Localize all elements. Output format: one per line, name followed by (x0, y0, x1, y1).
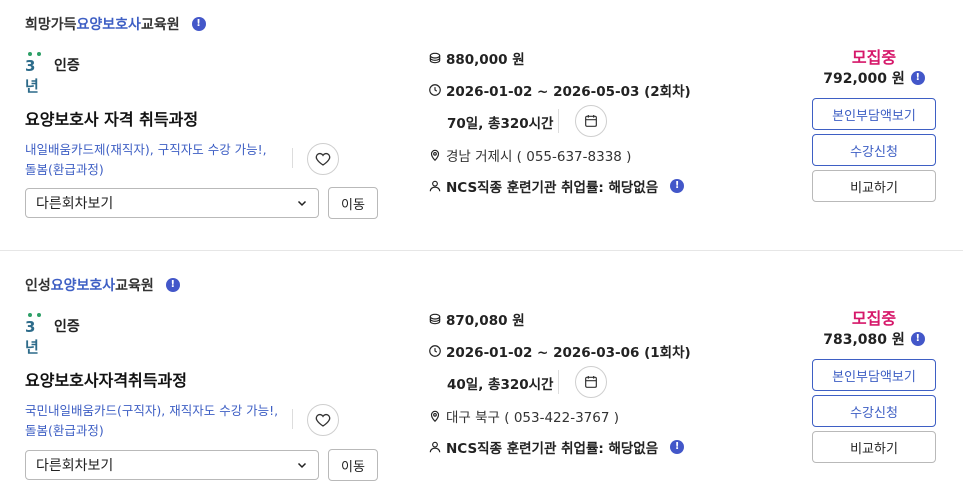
tag: 내일배움카드제(재직자), (25, 142, 154, 157)
tag: 돌봄(환급과정) (25, 162, 104, 177)
divider (292, 409, 293, 429)
certification-badge: 3년 인증 (25, 52, 80, 95)
status-badge: 모집중 (851, 309, 897, 328)
tag: 돌봄(환급과정) (25, 423, 104, 438)
clock-icon (429, 345, 441, 357)
course-tags: 국민내일배움카드(구직자), 재직자도 수강 가능!, 돌봄(환급과정) (25, 401, 285, 441)
duration: 40일, 총320시간 (447, 377, 554, 393)
employment-rate: NCS직종 훈련기관 취업률: 해당없음 ! (428, 176, 685, 196)
compare-button[interactable]: 비교하기 (812, 170, 936, 202)
self-fee-button[interactable]: 본인부담액보기 (812, 98, 936, 130)
divider (292, 148, 293, 168)
duration: 70일, 총320시간 (447, 116, 554, 132)
favorite-button[interactable] (307, 404, 339, 436)
course-dates: 2026-01-02 ~ 2026-05-03 (2회차) (428, 80, 691, 100)
person-icon (429, 180, 441, 192)
institution-name[interactable]: 희망가득 요양보호사 교육원 ! (25, 14, 206, 34)
coin-icon (429, 52, 441, 64)
info-icon[interactable]: ! (910, 332, 925, 346)
course-card: 인성 요양보호사 교육원 ! 3년 인증 요양보호사자격취득과정 국민내일배움카드(… (0, 261, 963, 493)
location: 경남 거제시 ( 055-637-8338 ) (428, 145, 631, 165)
move-button[interactable]: 이동 (328, 187, 378, 219)
course-tags: 내일배움카드제(재직자), 구직자도 수강 가능!, 돌봄(환급과정) (25, 140, 285, 180)
location: 대구 북구 ( 053-422-3767 ) (428, 406, 619, 426)
tag: 구직자도 수강 가능!, (157, 142, 267, 157)
price: 870,080 원 (428, 309, 525, 329)
coin-icon (429, 313, 441, 325)
heart-icon (315, 152, 331, 166)
self-fee: 783,080 원 ! (812, 329, 936, 349)
price: 880,000 원 (428, 48, 525, 68)
course-title[interactable]: 요양보호사자격취득과정 (25, 367, 187, 391)
chevron-down-icon (297, 200, 307, 207)
clock-icon (429, 84, 441, 96)
course-dates: 2026-01-02 ~ 2026-03-06 (1회차) (428, 341, 691, 361)
compare-button[interactable]: 비교하기 (812, 431, 936, 463)
apply-button[interactable]: 수강신청 (812, 395, 936, 427)
certification-logo-icon: 3년 (25, 313, 47, 356)
self-fee-button[interactable]: 본인부담액보기 (812, 359, 936, 391)
status-badge: 모집중 (851, 48, 897, 67)
favorite-button[interactable] (307, 143, 339, 175)
calendar-icon (585, 376, 597, 388)
session-select[interactable]: 다른회차보기 (25, 188, 319, 218)
self-fee: 792,000 원 ! (812, 68, 936, 88)
info-icon[interactable]: ! (191, 17, 206, 31)
move-button[interactable]: 이동 (328, 449, 378, 481)
person-icon (429, 441, 441, 453)
tag: 국민내일배움카드(구직자), (25, 403, 166, 418)
info-icon[interactable]: ! (670, 179, 685, 193)
divider (0, 250, 963, 251)
divider (558, 370, 559, 394)
info-icon[interactable]: ! (670, 440, 685, 454)
institution-name[interactable]: 인성 요양보호사 교육원 ! (25, 275, 180, 295)
info-icon[interactable]: ! (165, 278, 180, 292)
course-title[interactable]: 요양보호사 자격 취득과정 (25, 106, 198, 130)
certification-label: 인증 (54, 58, 80, 74)
calendar-icon (585, 115, 597, 127)
location-pin-icon (430, 410, 440, 423)
apply-button[interactable]: 수강신청 (812, 134, 936, 166)
chevron-down-icon (297, 462, 307, 469)
certification-logo-icon: 3년 (25, 52, 47, 95)
certification-badge: 3년 인증 (25, 313, 80, 356)
divider (558, 109, 559, 133)
info-icon[interactable]: ! (910, 71, 925, 85)
location-pin-icon (430, 149, 440, 162)
course-card: 희망가득 요양보호사 교육원 ! 3년 인증 요양보호사 자격 취득과정 내일배움카… (0, 0, 963, 251)
calendar-button[interactable] (575, 105, 607, 137)
calendar-button[interactable] (575, 366, 607, 398)
certification-label: 인증 (54, 319, 80, 335)
employment-rate: NCS직종 훈련기관 취업률: 해당없음 ! (428, 437, 685, 457)
heart-icon (315, 413, 331, 427)
tag: 재직자도 수강 가능!, (169, 403, 279, 418)
session-select[interactable]: 다른회차보기 (25, 450, 319, 480)
